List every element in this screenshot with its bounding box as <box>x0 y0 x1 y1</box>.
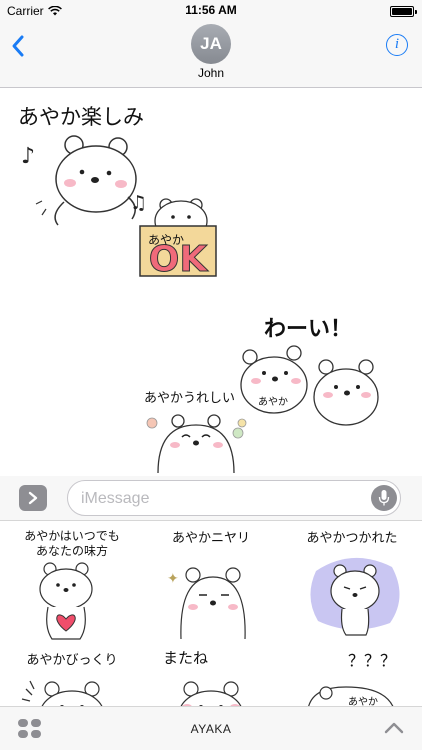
message-placeholder: iMessage <box>81 490 150 507</box>
expand-chevron-icon[interactable] <box>384 721 404 735</box>
contact-name[interactable]: John <box>0 66 422 80</box>
status-time: 11:56 AM <box>185 3 237 17</box>
message-field[interactable]: iMessage <box>67 480 401 516</box>
apps-toggle-button[interactable] <box>19 485 47 511</box>
drawer-sticker-bye-bear[interactable]: またね <box>141 649 281 706</box>
sticker-pack-name: AYAKA <box>190 722 232 736</box>
drawer-sticker-tired-bear[interactable]: あやかつかれた <box>282 527 422 645</box>
svg-text:♫: ♫ <box>130 192 147 214</box>
mic-icon <box>378 490 390 506</box>
apps-chevron-icon <box>28 491 38 505</box>
sticker-ok-bear[interactable]: ♫ OK あやか <box>128 187 228 282</box>
mic-button[interactable] <box>371 485 397 511</box>
conversation-area: あやか楽しみ ♪ ♫ OK あやか わーい！ あやか あやかうれしい <box>0 89 422 475</box>
drawer-sticker-smirk-bear[interactable]: あやかニヤリ ✦ <box>141 527 281 645</box>
surprised-bear-illustration <box>21 680 103 706</box>
contact-avatar[interactable]: JA <box>191 24 231 64</box>
sticker-happy-bear[interactable]: あやかうれしい <box>140 385 260 475</box>
app-bottom-bar: AYAKA <box>0 706 422 750</box>
ok-sign-caption: あやか <box>148 233 185 247</box>
avatar-initials: JA <box>200 34 222 53</box>
bear-tag: あやか <box>348 697 378 706</box>
info-icon[interactable]: i <box>386 34 408 56</box>
drawer-sticker-surprised-bear[interactable]: あやかびっくり <box>2 649 142 706</box>
happy-bear-illustration <box>146 414 247 474</box>
bye-bear-illustration <box>180 681 242 706</box>
svg-text:✦: ✦ <box>167 571 179 587</box>
drawer-sticker-confused-bear[interactable]: ？？？ あやか <box>282 649 422 706</box>
heart-bear-illustration <box>39 562 93 640</box>
battery-icon <box>390 6 417 17</box>
drawer-sticker-heart-bear[interactable]: あやかはいつでも あなたの味方 <box>2 527 142 645</box>
info-glyph: i <box>394 36 400 52</box>
svg-text:♪: ♪ <box>21 144 35 169</box>
message-input-bar: iMessage <box>0 476 422 520</box>
bear-tag: あやか <box>258 397 288 408</box>
back-chevron-icon[interactable] <box>10 34 26 58</box>
tired-bear-illustration <box>310 557 400 636</box>
smirk-bear-illustration: ✦ <box>167 567 246 640</box>
conversation-header: JA John i <box>0 22 422 88</box>
status-bar: Carrier 11:56 AM <box>0 0 422 22</box>
sticker-drawer: あやかはいつでも あなたの味方 あやかニヤリ ✦ あやかつかれた あやかびっくり… <box>0 520 422 706</box>
